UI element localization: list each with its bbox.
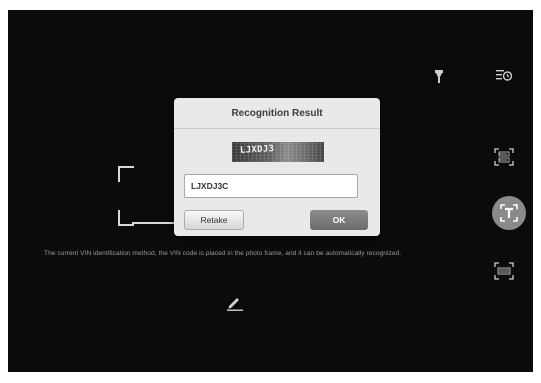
scan-barcode-icon[interactable]: [494, 262, 514, 285]
camera-screen: The current VIN identification method, t…: [8, 10, 533, 372]
retake-button[interactable]: Retake: [184, 210, 244, 230]
frame-corner-top-left: [118, 166, 134, 182]
flashlight-icon[interactable]: [434, 70, 444, 89]
vin-snapshot-text: LJXDJ3: [239, 144, 275, 156]
dialog-title: Recognition Result: [231, 108, 323, 119]
edit-pencil-icon[interactable]: [226, 295, 244, 316]
text-recognition-button[interactable]: [492, 196, 526, 230]
vin-hint-text: The current VIN identification method, t…: [44, 250, 402, 257]
scan-vin-icon[interactable]: [494, 148, 514, 171]
vin-result-input[interactable]: [184, 174, 358, 198]
dialog-divider: [174, 128, 380, 129]
history-icon[interactable]: [496, 68, 513, 86]
text-recognition-icon: [500, 204, 518, 222]
recognition-result-dialog: Recognition Result LJXDJ3 Retake OK: [174, 98, 380, 236]
ok-button[interactable]: OK: [310, 210, 368, 230]
vin-snapshot-image: LJXDJ3: [232, 142, 324, 162]
